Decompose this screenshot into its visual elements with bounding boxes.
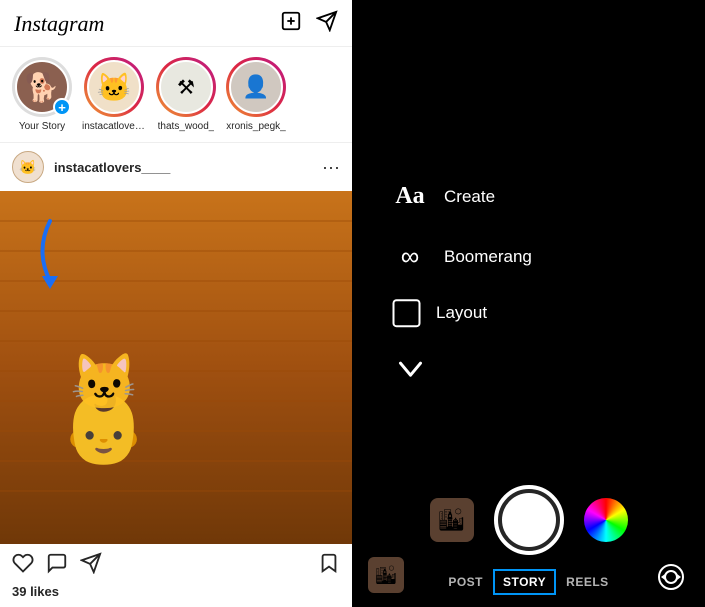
boomerang-icon: ∞	[392, 239, 428, 275]
story-item-thats-wood[interactable]: ⚒ thats_wood_	[156, 57, 216, 132]
header-actions	[280, 10, 338, 38]
comment-button[interactable]	[46, 552, 68, 580]
story-item-your-story[interactable]: 🐕 + Your Story	[12, 57, 72, 132]
instagram-feed-panel: Instagram 🐕	[0, 0, 352, 607]
svg-text:🐱: 🐱	[70, 351, 138, 413]
bookmark-button[interactable]	[318, 552, 340, 580]
post-more-button[interactable]: ···	[322, 157, 340, 178]
post-avatar[interactable]: 🐱	[12, 151, 44, 183]
send-icon[interactable]	[316, 10, 338, 38]
share-button[interactable]	[80, 552, 102, 580]
instacatlovers-avatar-wrap: 🐱	[84, 57, 144, 117]
layout-label: Layout	[436, 303, 487, 323]
story-item-xronis-pegk[interactable]: 👤 xronis_pegk_	[226, 57, 286, 132]
your-story-label: Your Story	[19, 121, 65, 132]
thats-wood-label: thats_wood_	[158, 121, 215, 132]
story-mode-tabs: 🏙 POST STORY REELS	[352, 569, 705, 595]
tab-story[interactable]: STORY	[493, 569, 556, 595]
feed-header: Instagram	[0, 0, 352, 47]
thats-wood-avatar: ⚒	[159, 60, 213, 114]
post-actions	[0, 544, 352, 584]
create-text-icon: Aa	[392, 179, 428, 215]
xronis-pegk-avatar-wrap: 👤	[226, 57, 286, 117]
gallery-icon-left[interactable]: 🏙	[368, 557, 404, 593]
post-image: 👶 🐱	[0, 191, 352, 544]
capture-button[interactable]	[494, 485, 564, 555]
tab-reels[interactable]: REELS	[556, 569, 619, 595]
new-post-icon[interactable]	[280, 10, 302, 38]
instacatlovers-avatar: 🐱	[87, 60, 141, 114]
color-wheel-button[interactable]	[584, 498, 628, 542]
likes-count: 39 likes	[0, 584, 352, 607]
your-story-avatar-wrap: 🐕 +	[12, 57, 72, 117]
post-header: 🐱 instacatlovers____ ···	[0, 143, 352, 191]
story-options-menu: Aa Create ∞ Boomerang Layout	[352, 179, 705, 387]
chevron-down-icon	[392, 351, 428, 387]
like-button[interactable]	[12, 552, 34, 580]
story-option-boomerang[interactable]: ∞ Boomerang	[392, 239, 665, 275]
story-options-more[interactable]	[392, 351, 665, 387]
capture-row: 🏙	[352, 485, 705, 555]
capture-button-inner	[502, 493, 556, 547]
instacatlovers-ring: 🐱	[84, 57, 144, 117]
story-arrow-overlay	[30, 211, 70, 291]
add-story-badge: +	[53, 98, 71, 116]
tab-post[interactable]: POST	[438, 569, 493, 595]
instagram-logo: Instagram	[14, 11, 104, 37]
story-item-instacatlovers[interactable]: 🐱 instacatlovers___	[82, 57, 146, 132]
thats-wood-avatar-wrap: ⚒	[156, 57, 216, 117]
story-option-create[interactable]: Aa Create	[392, 179, 665, 215]
instacatlovers-label: instacatlovers___	[82, 121, 146, 132]
story-bottom-controls: 🏙 🏙 POST STORY REELS	[352, 485, 705, 607]
create-label: Create	[444, 187, 495, 207]
thats-wood-ring: ⚒	[156, 57, 216, 117]
stories-row: 🐕 + Your Story 🐱 instacatlovers___ ⚒ tha	[0, 47, 352, 143]
gallery-thumbnail-button[interactable]: 🏙	[430, 498, 474, 542]
story-option-layout[interactable]: Layout	[392, 299, 665, 327]
story-camera-panel: Aa Create ∞ Boomerang Layout	[352, 0, 705, 607]
boomerang-label: Boomerang	[444, 247, 532, 267]
xronis-pegk-ring: 👤	[226, 57, 286, 117]
camera-flip-button[interactable]	[653, 559, 689, 595]
layout-icon	[392, 299, 420, 327]
xronis-pegk-avatar: 👤	[229, 60, 283, 114]
post-username[interactable]: instacatlovers____	[54, 160, 322, 175]
xronis-pegk-label: xronis_pegk_	[226, 121, 285, 132]
